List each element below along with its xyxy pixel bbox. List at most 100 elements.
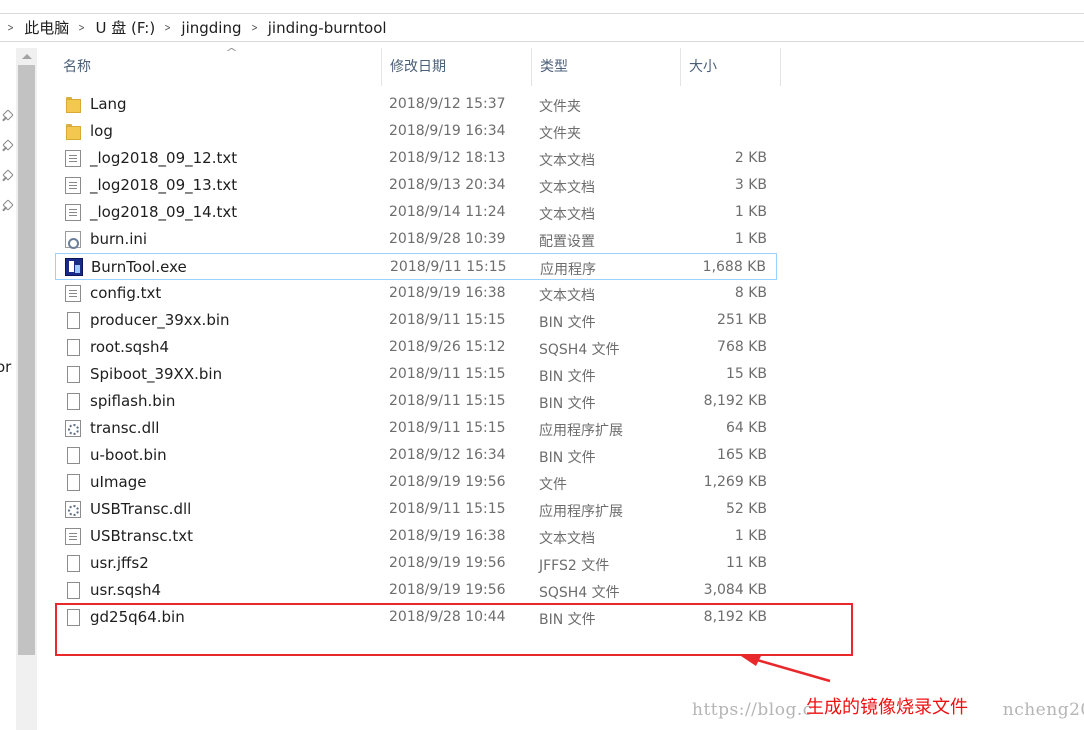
file-size: 3,084 KB	[703, 582, 767, 598]
file-row[interactable]: _log2018_09_13.txt 2018/9/13 20:34 文本文档 3 K…	[55, 172, 777, 199]
file-row[interactable]: root.sqsh4 2018/9/26 15:12 SQSH4 文件 768 KB	[55, 334, 777, 361]
file-name: BurnTool.exe	[91, 258, 187, 276]
file-name: uImage	[90, 473, 147, 491]
file-name: transc.dll	[90, 419, 160, 437]
file-type: SQSH4 文件	[539, 342, 620, 358]
file-type: 文件夹	[539, 99, 581, 115]
breadcrumb-jinding-burntool[interactable]: jinding-burntool	[268, 19, 387, 37]
file-name: Spiboot_39XX.bin	[90, 365, 223, 383]
blank-file-icon	[67, 339, 80, 356]
blank-file-icon	[67, 366, 80, 383]
file-type: 文本文档	[539, 153, 595, 169]
column-headers: ^ 名称 修改日期 类型 大小	[37, 46, 797, 86]
file-name: root.sqsh4	[90, 338, 170, 356]
breadcrumb-this-pc[interactable]: 此电脑	[24, 17, 69, 38]
annotation-arrow	[738, 654, 831, 683]
file-size: 165 KB	[717, 447, 767, 463]
annotation-label: 生成的镜像烧录文件	[806, 697, 968, 718]
file-row[interactable]: log 2018/9/19 16:34 文件夹	[55, 118, 777, 145]
column-header-type[interactable]: 类型	[532, 48, 681, 86]
file-row[interactable]: producer_39xx.bin 2018/9/11 15:15 BIN 文件 25…	[55, 307, 777, 334]
file-type: BIN 文件	[539, 396, 596, 412]
blank-file-icon	[67, 582, 80, 599]
text-file-icon	[65, 285, 81, 302]
file-row[interactable]: BurnTool.exe 2018/9/11 15:15 应用程序 1,688 KB	[55, 253, 777, 280]
file-row[interactable]: config.txt 2018/9/19 16:38 文本文档 8 KB	[55, 280, 777, 307]
file-name: _log2018_09_13.txt	[90, 176, 238, 194]
blank-file-icon	[67, 312, 80, 329]
file-size: 1 KB	[734, 231, 767, 247]
file-size: 768 KB	[717, 339, 767, 355]
column-header-date[interactable]: 修改日期	[382, 48, 532, 86]
file-type: 应用程序扩展	[539, 504, 623, 520]
file-row[interactable]: u-boot.bin 2018/9/12 16:34 BIN 文件 165 KB	[55, 442, 777, 469]
file-size: 3 KB	[734, 177, 767, 193]
chevron-right-icon[interactable]: >	[251, 21, 257, 34]
file-modified-date: 2018/9/19 16:38	[389, 285, 506, 301]
file-size: 15 KB	[725, 366, 767, 382]
file-row[interactable]: spiflash.bin 2018/9/11 15:15 BIN 文件 8,192 K…	[55, 388, 777, 415]
file-name: _log2018_09_14.txt	[90, 203, 238, 221]
application-icon	[65, 258, 83, 276]
file-name: u-boot.bin	[90, 446, 167, 464]
text-file-icon	[65, 204, 81, 221]
file-type: 应用程序	[540, 262, 596, 278]
file-type: JFFS2 文件	[539, 558, 610, 574]
column-header-name[interactable]: ^ 名称	[55, 46, 382, 86]
file-row[interactable]: USBtransc.txt 2018/9/19 16:38 文本文档 1 KB	[55, 523, 777, 550]
chevron-right-icon[interactable]: >	[7, 21, 13, 34]
blank-file-icon	[67, 447, 80, 464]
file-row[interactable]: Spiboot_39XX.bin 2018/9/11 15:15 BIN 文件 15 …	[55, 361, 777, 388]
file-row[interactable]: transc.dll 2018/9/11 15:15 应用程序扩展 64 KB	[55, 415, 777, 442]
file-modified-date: 2018/9/11 15:15	[389, 366, 506, 382]
scroll-up-arrow-icon[interactable]	[16, 48, 37, 65]
file-size: 251 KB	[717, 312, 767, 328]
chevron-right-icon[interactable]: >	[79, 21, 85, 34]
watermark-text-tail: ncheng2006	[1002, 700, 1084, 720]
file-type: BIN 文件	[539, 315, 596, 331]
file-modified-date: 2018/9/19 19:56	[389, 474, 506, 490]
file-size: 8 KB	[734, 285, 767, 301]
chevron-right-icon[interactable]: >	[165, 21, 171, 34]
file-modified-date: 2018/9/19 19:56	[389, 582, 506, 598]
breadcrumb-usb-drive[interactable]: U 盘 (F:)	[95, 17, 155, 38]
file-row[interactable]: _log2018_09_12.txt 2018/9/12 18:13 文本文档 2 K…	[55, 145, 777, 172]
file-modified-date: 2018/9/11 15:15	[389, 501, 506, 517]
file-row[interactable]: uImage 2018/9/19 19:56 文件 1,269 KB	[55, 469, 777, 496]
file-row[interactable]: usr.jffs2 2018/9/19 19:56 JFFS2 文件 11 KB	[55, 550, 777, 577]
pin-icon	[1, 200, 13, 212]
file-row[interactable]: usr.sqsh4 2018/9/19 19:56 SQSH4 文件 3,084 KB	[55, 577, 777, 604]
file-type: 文本文档	[539, 288, 595, 304]
text-file-icon	[65, 528, 81, 545]
column-header-date-label: 修改日期	[390, 59, 446, 75]
column-header-type-label: 类型	[540, 59, 568, 75]
file-size: 1,688 KB	[702, 259, 766, 275]
file-modified-date: 2018/9/14 11:24	[389, 204, 506, 220]
file-row[interactable]: Lang 2018/9/12 15:37 文件夹	[55, 91, 777, 118]
column-header-size[interactable]: 大小	[681, 48, 781, 86]
file-name: log	[90, 122, 113, 140]
file-size: 2 KB	[734, 150, 767, 166]
scrollbar-thumb[interactable]	[18, 65, 35, 655]
vertical-scrollbar[interactable]	[16, 48, 37, 730]
pin-icon	[1, 110, 13, 122]
file-name: config.txt	[90, 284, 162, 302]
pin-icon	[1, 170, 13, 182]
file-size: 1 KB	[734, 204, 767, 220]
file-modified-date: 2018/9/19 16:34	[389, 123, 506, 139]
nav-item-partial[interactable]: oro	[0, 358, 12, 376]
file-row[interactable]: burn.ini 2018/9/28 10:39 配置设置 1 KB	[55, 226, 777, 253]
file-name: USBtransc.txt	[90, 527, 194, 545]
navigation-pane[interactable]: oro	[0, 42, 16, 730]
file-type: 配置设置	[539, 234, 595, 250]
file-row[interactable]: USBTransc.dll 2018/9/11 15:15 应用程序扩展 52 KB	[55, 496, 777, 523]
breadcrumb[interactable]: > 此电脑 > U 盘 (F:) > jingding > jinding-bu…	[0, 13, 1084, 42]
address-bar[interactable]: > 此电脑 > U 盘 (F:) > jingding > jinding-bu…	[0, 0, 1084, 42]
dll-file-icon	[65, 501, 81, 518]
file-size: 1 KB	[734, 528, 767, 544]
file-name: usr.jffs2	[90, 554, 149, 572]
file-row[interactable]: _log2018_09_14.txt 2018/9/14 11:24 文本文档 1 K…	[55, 199, 777, 226]
file-type: BIN 文件	[539, 450, 596, 466]
text-file-icon	[65, 150, 81, 167]
file-modified-date: 2018/9/19 16:38	[389, 528, 506, 544]
